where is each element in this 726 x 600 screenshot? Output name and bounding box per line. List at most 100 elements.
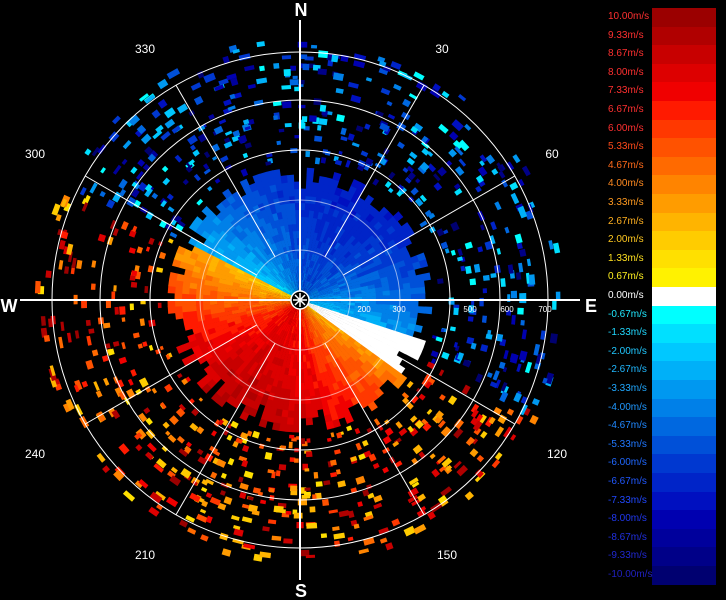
velocity-cell — [410, 287, 419, 295]
velocity-cell — [219, 490, 226, 496]
velocity-cell — [485, 154, 496, 165]
velocity-cell — [157, 99, 168, 109]
velocity-cell — [290, 65, 296, 71]
velocity-cell — [223, 99, 232, 107]
velocity-cell — [135, 444, 143, 452]
legend-row: -8.67m/s — [606, 528, 716, 548]
velocity-cell — [512, 154, 521, 164]
legend-row: 0.00m/s — [606, 287, 716, 306]
velocity-cell — [198, 397, 204, 402]
velocity-cell — [145, 429, 156, 440]
legend-label: -4.67m/s — [608, 420, 647, 432]
velocity-cell — [358, 548, 370, 555]
velocity-cell — [390, 61, 402, 70]
legend-row: 8.67m/s — [606, 45, 716, 64]
velocity-cell — [373, 502, 383, 510]
velocity-cell — [221, 548, 232, 557]
velocity-cell — [416, 280, 425, 289]
bearing-150: 150 — [437, 548, 457, 562]
velocity-cell — [278, 128, 285, 133]
velocity-cell — [193, 173, 201, 182]
velocity-cell — [276, 140, 281, 146]
legend-label: -6.00m/s — [608, 457, 647, 469]
velocity-cell — [391, 518, 401, 527]
velocity-cell — [252, 487, 261, 494]
legend-row: -3.33m/s — [606, 380, 716, 399]
velocity-cell — [494, 452, 503, 461]
velocity-cell — [195, 304, 204, 311]
velocity-cell — [273, 505, 284, 513]
velocity-cell — [91, 349, 99, 357]
velocity-cell — [137, 343, 143, 349]
velocity-cell — [319, 104, 327, 112]
velocity-cell — [112, 164, 122, 175]
velocity-cell — [148, 237, 155, 245]
velocity-cell — [510, 434, 517, 441]
velocity-cell — [136, 246, 143, 254]
velocity-cell — [118, 178, 128, 190]
velocity-cell — [151, 387, 158, 394]
velocity-cell — [111, 291, 116, 300]
velocity-cell — [507, 264, 514, 274]
velocity-cell — [43, 335, 51, 342]
velocity-cell — [379, 537, 388, 544]
velocity-cell — [289, 202, 296, 211]
velocity-cell — [91, 260, 97, 268]
velocity-cell — [467, 316, 474, 322]
velocity-cell — [138, 377, 149, 388]
velocity-cell — [372, 178, 380, 186]
velocity-cell — [317, 68, 327, 76]
velocity-cell — [373, 418, 381, 426]
legend-swatch — [652, 26, 716, 46]
velocity-cell — [516, 242, 523, 250]
velocity-cell — [469, 448, 479, 458]
velocity-cell — [164, 383, 173, 393]
velocity-cell — [382, 290, 391, 296]
velocity-cell — [199, 508, 207, 514]
velocity-cell — [157, 78, 169, 90]
velocity-cell — [58, 336, 64, 349]
velocity-cell — [302, 63, 310, 71]
legend-label: 10.00m/s — [608, 11, 650, 22]
range-label-300: 300 — [392, 305, 406, 314]
velocity-cell — [304, 389, 311, 398]
velocity-cell — [156, 504, 163, 511]
velocity-cell — [177, 373, 183, 379]
velocity-cell — [334, 159, 343, 166]
velocity-cell — [303, 368, 308, 377]
velocity-cell — [458, 94, 467, 102]
bearing-240: 240 — [25, 447, 45, 461]
velocity-cell — [521, 329, 527, 340]
velocity-cell — [365, 77, 373, 82]
legend-row: -4.00m/s — [606, 398, 716, 418]
radar-center-marker — [290, 290, 310, 310]
velocity-cell — [330, 432, 335, 438]
velocity-cell — [347, 133, 355, 141]
velocity-cell — [351, 142, 360, 148]
velocity-cell — [239, 491, 247, 500]
velocity-cell — [504, 226, 510, 234]
velocity-cell — [346, 425, 353, 432]
legend-label: 0.67m/s — [608, 271, 644, 283]
velocity-cell — [292, 424, 300, 433]
velocity-cell — [375, 291, 384, 297]
legend-row: -8.00m/s — [606, 510, 716, 529]
velocity-cell — [338, 510, 350, 518]
velocity-cell — [260, 499, 267, 505]
velocity-cell — [350, 94, 362, 104]
legend-swatch — [652, 435, 716, 455]
velocity-cell — [164, 107, 176, 119]
legend-row: -5.33m/s — [606, 435, 716, 455]
velocity-cell — [247, 496, 254, 501]
legend-label: -8.67m/s — [608, 531, 647, 543]
velocity-cell — [402, 98, 411, 108]
velocity-cell — [226, 434, 233, 441]
velocity-cell — [265, 161, 272, 166]
velocity-cell — [517, 205, 528, 219]
velocity-cell — [244, 142, 252, 149]
velocity-cell — [473, 263, 481, 273]
velocity-cell — [296, 436, 300, 440]
velocity-cell — [74, 330, 80, 339]
legend-label: -4.00m/s — [608, 401, 647, 413]
legend-label: 2.67m/s — [608, 215, 644, 227]
